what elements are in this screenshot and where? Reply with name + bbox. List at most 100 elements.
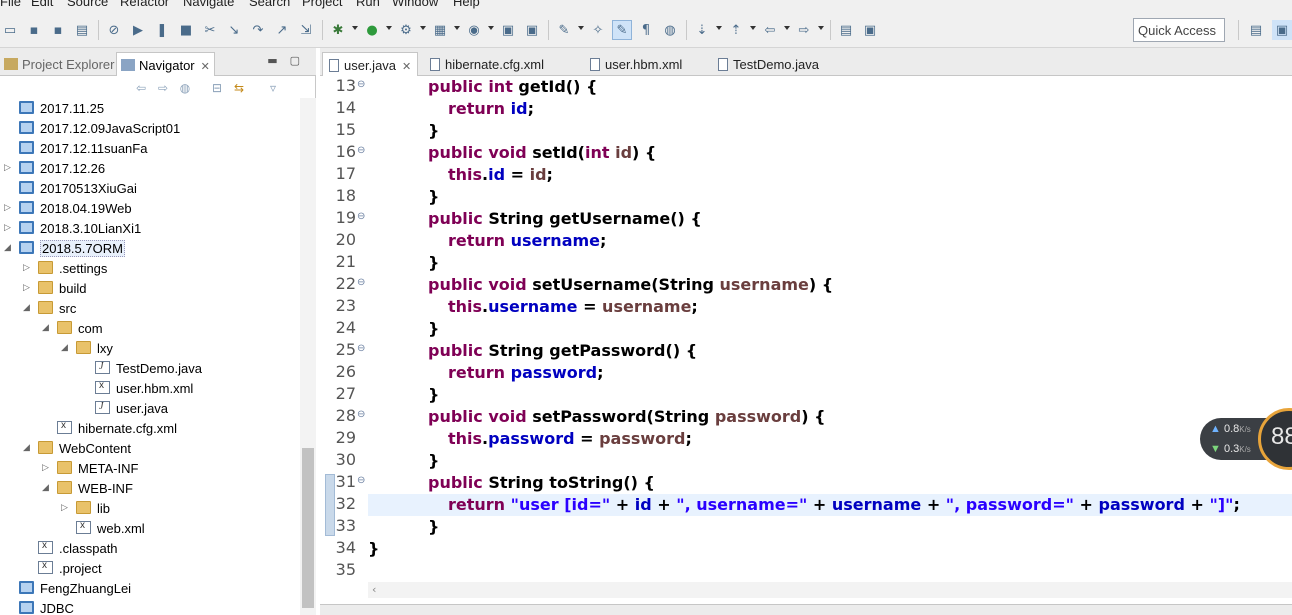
- open-type-icon[interactable]: ▣: [498, 20, 518, 40]
- skip-breakpoints-icon[interactable]: ⊘: [104, 20, 124, 40]
- expand-arrow-icon[interactable]: ▷: [23, 282, 31, 294]
- close-icon[interactable]: ✕: [201, 60, 210, 73]
- code-line[interactable]: return password;: [368, 362, 1292, 384]
- resume-icon[interactable]: ▶: [128, 20, 148, 40]
- step-into-icon[interactable]: ↘: [224, 20, 244, 40]
- code-line[interactable]: return "user [id=" + id + ", username=" …: [368, 494, 1292, 516]
- code-line[interactable]: }: [368, 120, 1292, 142]
- tree-item[interactable]: user.java: [0, 398, 300, 418]
- tree-item[interactable]: 20170513XiuGai: [0, 178, 300, 198]
- tree-item[interactable]: ▷ lib: [0, 498, 300, 518]
- expand-arrow-icon[interactable]: ▷: [4, 202, 12, 214]
- tree-item[interactable]: ◢ 2018.5.7ORM: [0, 238, 300, 258]
- tree-item[interactable]: ▷ 2018.04.19Web: [0, 198, 300, 218]
- code-line[interactable]: public void setUsername(String username)…: [368, 274, 1292, 296]
- expand-arrow-icon[interactable]: ▷: [61, 502, 69, 514]
- toggle-mark-occurrences-icon[interactable]: ✧: [588, 20, 608, 40]
- fold-toggle-icon[interactable]: ⊖: [357, 79, 365, 90]
- close-icon[interactable]: ✕: [402, 60, 411, 73]
- dropdown-arrow-icon[interactable]: [818, 26, 824, 30]
- quick-access-input[interactable]: Quick Access: [1133, 18, 1225, 42]
- code-line[interactable]: }: [368, 318, 1292, 340]
- menu-window[interactable]: Window: [392, 0, 438, 9]
- menu-help[interactable]: Help: [453, 0, 480, 9]
- step-return-icon[interactable]: ↗: [272, 20, 292, 40]
- scroll-left-icon[interactable]: ‹: [372, 583, 376, 596]
- view-menu-icon[interactable]: ▿: [264, 79, 282, 97]
- dropdown-arrow-icon[interactable]: [352, 26, 358, 30]
- code-line[interactable]: this.id = id;: [368, 164, 1292, 186]
- tree-item[interactable]: ◢ WebContent: [0, 438, 300, 458]
- menu-refactor[interactable]: Refactor: [120, 0, 169, 9]
- code-line[interactable]: this.username = username;: [368, 296, 1292, 318]
- tree-item[interactable]: .project: [0, 558, 300, 578]
- code-line[interactable]: this.password = password;: [368, 428, 1292, 450]
- menu-navigate[interactable]: Navigate: [183, 0, 234, 9]
- expand-arrow-icon[interactable]: ▷: [23, 262, 31, 274]
- dropdown-arrow-icon[interactable]: [750, 26, 756, 30]
- expand-arrow-icon[interactable]: ▷: [4, 222, 12, 234]
- editor-tab-user-hbm-xml[interactable]: user.hbm.xml: [584, 52, 688, 76]
- menu-source[interactable]: Source: [67, 0, 108, 9]
- dropdown-arrow-icon[interactable]: [420, 26, 426, 30]
- disconnect-icon[interactable]: ✂: [200, 20, 220, 40]
- show-whitespace-icon[interactable]: ¶: [636, 20, 656, 40]
- dropdown-arrow-icon[interactable]: [784, 26, 790, 30]
- new-icon[interactable]: ▭: [0, 20, 20, 40]
- tree-item[interactable]: ▷ 2017.12.26: [0, 158, 300, 178]
- menu-project[interactable]: Project: [302, 0, 342, 9]
- tree-item[interactable]: user.hbm.xml: [0, 378, 300, 398]
- fold-toggle-icon[interactable]: ⊖: [357, 475, 365, 486]
- scrollbar-thumb[interactable]: [302, 448, 314, 608]
- menu-edit[interactable]: Edit: [31, 0, 53, 9]
- up-icon[interactable]: ◍: [176, 79, 194, 97]
- fold-toggle-icon[interactable]: ⊖: [357, 343, 365, 354]
- java-perspective-icon[interactable]: ▣: [860, 20, 880, 40]
- new-class-icon[interactable]: ◉: [464, 20, 484, 40]
- code-line[interactable]: return id;: [368, 98, 1292, 120]
- tree-item[interactable]: web.xml: [0, 518, 300, 538]
- dropdown-arrow-icon[interactable]: [454, 26, 460, 30]
- forward-icon[interactable]: ⇨: [154, 79, 172, 97]
- external-tools-icon[interactable]: ⚙: [396, 20, 416, 40]
- collapse-arrow-icon[interactable]: ◢: [42, 482, 50, 494]
- tree-item[interactable]: TestDemo.java: [0, 358, 300, 378]
- dropdown-arrow-icon[interactable]: [578, 26, 584, 30]
- code-line[interactable]: public void setPassword(String password)…: [368, 406, 1292, 428]
- back-icon[interactable]: ⇦: [132, 79, 150, 97]
- suspend-icon[interactable]: ❚: [152, 20, 172, 40]
- collapse-arrow-icon[interactable]: ◢: [61, 342, 69, 354]
- code-line[interactable]: return username;: [368, 230, 1292, 252]
- toggle-highlight-icon[interactable]: ✎: [612, 20, 632, 40]
- code-line[interactable]: public String getPassword() {: [368, 340, 1292, 362]
- menu-search[interactable]: Search: [249, 0, 290, 9]
- collapse-arrow-icon[interactable]: ◢: [4, 242, 12, 254]
- tab-navigator[interactable]: Navigator ✕: [116, 52, 215, 76]
- code-line[interactable]: public int getId() {: [368, 76, 1292, 98]
- tree-item[interactable]: 2017.12.09JavaScript01: [0, 118, 300, 138]
- code-line[interactable]: }: [368, 538, 1292, 560]
- collapse-arrow-icon[interactable]: ◢: [23, 302, 31, 314]
- link-editor-icon[interactable]: ⇆: [230, 79, 248, 97]
- fold-toggle-icon[interactable]: ⊖: [357, 145, 365, 156]
- save-icon[interactable]: ▪: [24, 20, 44, 40]
- forward-icon[interactable]: ⇨: [794, 20, 814, 40]
- search-icon[interactable]: ✎: [554, 20, 574, 40]
- tree-item[interactable]: ◢ WEB-INF: [0, 478, 300, 498]
- tree-item[interactable]: 2017.11.25: [0, 98, 300, 118]
- maximize-icon[interactable]: ▢: [290, 54, 312, 67]
- run-icon[interactable]: ●: [362, 20, 382, 40]
- dropdown-arrow-icon[interactable]: [488, 26, 494, 30]
- code-line[interactable]: }: [368, 516, 1292, 538]
- code-line[interactable]: }: [368, 186, 1292, 208]
- tree-item[interactable]: ▷ build: [0, 278, 300, 298]
- code-line[interactable]: public void setId(int id) {: [368, 142, 1292, 164]
- step-over-icon[interactable]: ↷: [248, 20, 268, 40]
- java-perspective-icon[interactable]: ▣: [1272, 20, 1292, 40]
- collapse-arrow-icon[interactable]: ◢: [23, 442, 31, 454]
- editor-tab-testdemo-java[interactable]: TestDemo.java: [712, 52, 825, 76]
- code-line[interactable]: }: [368, 252, 1292, 274]
- terminate-icon[interactable]: ■: [176, 20, 196, 40]
- save-all-icon[interactable]: ▪: [48, 20, 68, 40]
- collapse-arrow-icon[interactable]: ◢: [42, 322, 50, 334]
